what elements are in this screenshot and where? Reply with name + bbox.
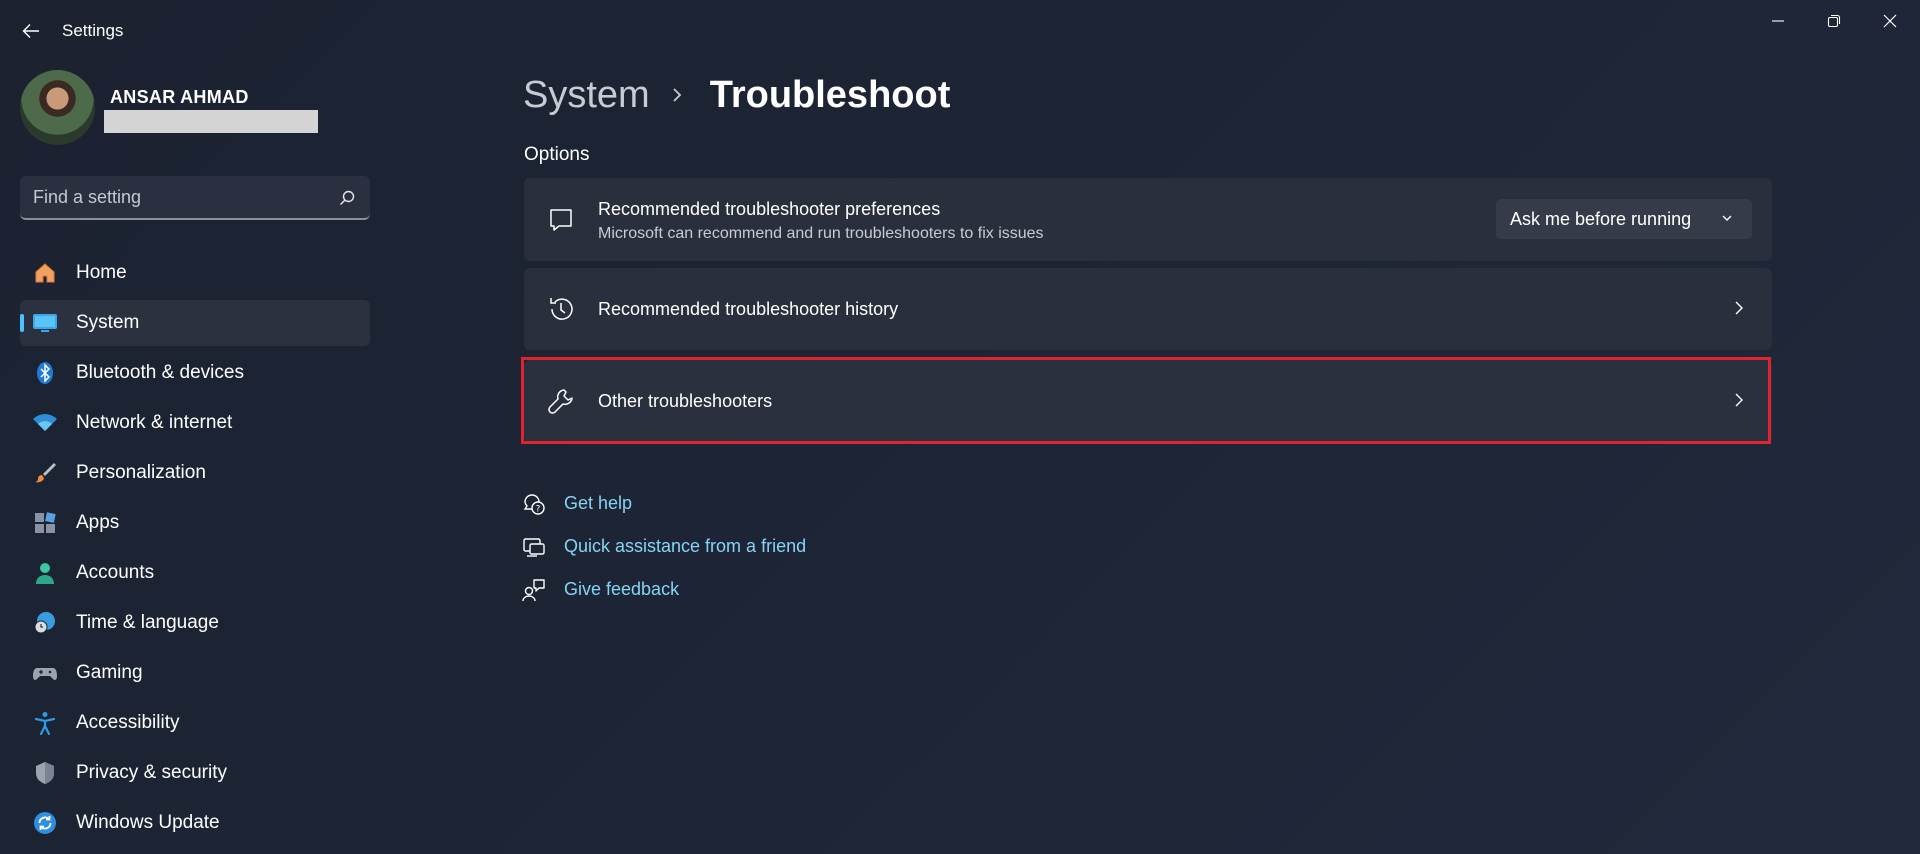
sidebar-item-label: Network & internet [76,412,233,433]
breadcrumb: System Troubleshoot [523,72,950,118]
highlight-annotation [521,357,1771,444]
accessibility-icon [32,710,58,736]
feedback-icon [522,578,546,602]
bluetooth-icon [32,360,58,386]
link-label: Quick assistance from a friend [564,536,807,556]
sidebar-item-privacy-security[interactable]: Privacy & security [20,750,370,796]
sidebar-item-label: Windows Update [76,812,220,833]
card-title: Recommended troubleshooter preferences [598,199,941,219]
sidebar-item-label: Home [76,262,127,283]
home-icon [32,260,58,286]
shield-icon [32,760,58,786]
apps-icon [32,510,58,536]
breadcrumb-parent[interactable]: System [523,74,650,117]
sidebar-item-personalization[interactable]: Personalization [20,450,370,496]
close-button[interactable] [1862,6,1918,36]
troubleshooter-history-card[interactable]: Recommended troubleshooter history [524,268,1772,350]
sidebar-item-system[interactable]: System [20,300,370,346]
restore-icon [1827,14,1841,28]
title-bar: Settings [0,0,1920,62]
person-icon [32,560,58,586]
system-icon [32,310,58,336]
section-heading: Options [524,144,590,165]
sidebar-item-accounts[interactable]: Accounts [20,550,370,596]
user-profile[interactable]: ANSAR AHMAD [20,70,380,146]
app-title: Settings [62,21,124,40]
give-feedback-link[interactable]: Give feedback [522,568,806,611]
card-subtitle: Microsoft can recommend and run troubles… [598,225,1044,242]
chevron-right-icon [1732,298,1746,318]
sidebar-item-label: Personalization [76,462,206,483]
brush-icon [32,460,58,486]
sidebar-item-time-language[interactable]: Time & language [20,600,370,646]
sidebar-item-label: Privacy & security [76,762,227,783]
sidebar-item-label: System [76,312,140,333]
troubleshooter-preferences-card: Recommended troubleshooter preferences M… [524,178,1772,261]
get-help-link[interactable]: ? Get help [522,482,806,525]
sidebar-item-label: Bluetooth & devices [76,362,244,383]
sidebar-item-label: Apps [76,512,120,533]
close-icon [1883,14,1897,28]
svg-text:?: ? [536,504,541,514]
search-icon[interactable] [338,189,356,207]
sidebar-nav: Home System Bluetooth & devices Network … [20,250,370,850]
card-title: Recommended troubleshooter history [598,299,899,319]
minimize-icon [1772,20,1784,22]
chevron-right-icon [672,85,686,105]
wifi-icon [32,410,58,436]
quick-assist-icon [522,535,546,559]
sidebar-item-accessibility[interactable]: Accessibility [20,700,370,746]
link-label: Get help [564,493,633,513]
sidebar-item-apps[interactable]: Apps [20,500,370,546]
chat-bubble-icon [546,205,576,235]
preference-dropdown[interactable]: Ask me before running [1496,199,1752,239]
page-title: Troubleshoot [709,73,951,116]
sidebar-item-label: Gaming [76,662,143,683]
back-arrow-icon [22,24,39,38]
help-chat-icon: ? [522,492,546,516]
user-name: ANSAR AHMAD [110,87,249,107]
update-icon [32,810,58,836]
sidebar-item-label: Time & language [76,612,219,633]
history-icon [546,294,576,324]
dropdown-value: Ask me before running [1510,208,1692,229]
avatar [20,70,95,145]
minimize-button[interactable] [1750,6,1806,36]
back-button[interactable] [16,16,46,46]
quick-assistance-link[interactable]: Quick assistance from a friend [522,525,806,568]
globe-clock-icon [32,610,58,636]
sidebar-item-network[interactable]: Network & internet [20,400,370,446]
search-input[interactable] [33,187,333,208]
help-links: ? Get help Quick assistance from a frien… [522,482,806,611]
sidebar-item-bluetooth[interactable]: Bluetooth & devices [20,350,370,396]
link-label: Give feedback [564,579,680,599]
search-box[interactable] [20,176,370,220]
chevron-down-icon [1722,215,1732,221]
gamepad-icon [32,660,58,686]
sidebar-item-label: Accessibility [76,712,180,733]
sidebar-item-gaming[interactable]: Gaming [20,650,370,696]
sidebar-item-label: Accounts [76,562,155,583]
sidebar-item-home[interactable]: Home [20,250,370,296]
restore-button[interactable] [1806,6,1862,36]
sidebar-item-windows-update[interactable]: Windows Update [20,800,370,846]
redacted-email [104,110,318,133]
